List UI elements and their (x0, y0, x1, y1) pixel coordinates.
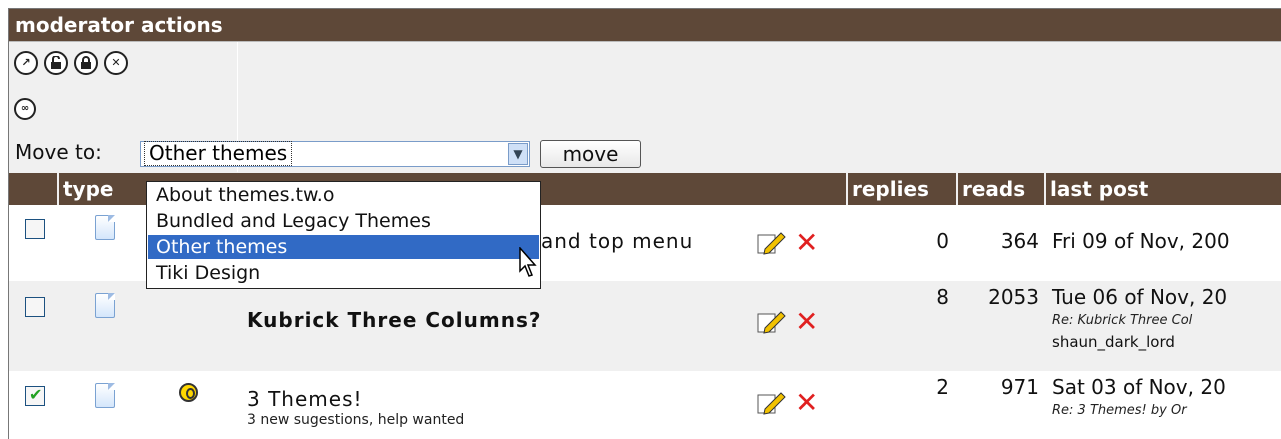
topic-icon (95, 215, 115, 240)
reads-count: 364 (1000, 229, 1039, 253)
move-icon[interactable]: ↗ (14, 51, 38, 75)
edit-icon[interactable] (757, 310, 787, 334)
reads-count: 971 (1000, 375, 1039, 399)
delete-icon[interactable]: ✕ (795, 308, 818, 336)
last-post-user[interactable]: shaun_dark_lord (1052, 333, 1175, 351)
table-row: 3 Themes! 3 new sugestions, help wanted … (9, 371, 1281, 439)
topic-subtitle: 3 new sugestions, help wanted (247, 412, 465, 428)
edit-icon[interactable] (757, 391, 787, 415)
panel-header: moderator actions (9, 9, 1281, 42)
forum-select[interactable]: Other themes ▼ (140, 141, 530, 167)
move-to-row: Move to: Other themes ▼ move (9, 136, 1281, 172)
col-last-post[interactable]: last post (1044, 173, 1281, 205)
row-checkbox-checked[interactable] (25, 385, 45, 406)
row-checkbox[interactable] (25, 297, 45, 317)
delete-icon[interactable]: ✕ (795, 229, 818, 257)
merge-icon[interactable]: ∞ (14, 98, 36, 120)
edit-icon[interactable] (757, 231, 787, 255)
lock-icon[interactable] (74, 51, 98, 75)
dropdown-option[interactable]: About themes.tw.o (148, 183, 539, 207)
col-type[interactable]: type (57, 173, 137, 205)
reads-count: 2053 (988, 285, 1039, 309)
dropdown-option[interactable]: Bundled and Legacy Themes (148, 209, 539, 233)
mouse-cursor-icon (519, 247, 537, 277)
topic-icon (95, 293, 115, 318)
moderator-panel: moderator actions ↗ ✕ ∞ Move to: Other t… (8, 8, 1281, 439)
topic-title[interactable]: and top menu (541, 229, 693, 253)
move-button[interactable]: move (540, 140, 641, 168)
last-post-date: Sat 03 of Nov, 20 (1052, 375, 1226, 399)
replies-count: 0 (936, 229, 949, 253)
replies-count: 8 (936, 285, 949, 309)
last-post-reply[interactable]: Re: Kubrick Three Col (1052, 313, 1192, 328)
topic-title[interactable]: Kubrick Three Columns? (247, 308, 541, 332)
dropdown-option[interactable]: Tiki Design (148, 261, 539, 285)
hot-topic-icon (179, 383, 198, 402)
col-reads[interactable]: reads (956, 173, 1044, 205)
forum-select-dropdown: About themes.tw.o Bundled and Legacy The… (146, 181, 541, 289)
row-checkbox[interactable] (25, 219, 45, 239)
replies-count: 2 (936, 375, 949, 399)
topic-title[interactable]: 3 Themes! (247, 387, 363, 411)
topic-icon (95, 383, 115, 408)
unlock-icon[interactable] (44, 51, 68, 75)
close-icon[interactable]: ✕ (104, 51, 128, 75)
dropdown-option-selected[interactable]: Other themes (148, 235, 539, 259)
delete-icon[interactable]: ✕ (795, 389, 818, 417)
last-post-date: Fri 09 of Nov, 200 (1052, 229, 1230, 253)
chevron-down-icon[interactable]: ▼ (508, 143, 528, 165)
table-row: Kubrick Three Columns? ✕ 8 2053 Tue 06 o… (9, 281, 1281, 371)
last-post-date: Tue 06 of Nov, 20 (1052, 285, 1228, 309)
last-post-reply[interactable]: Re: 3 Themes! by Or (1052, 403, 1187, 418)
col-replies[interactable]: replies (846, 173, 956, 205)
move-to-label: Move to: (15, 140, 102, 164)
forum-select-value: Other themes (144, 141, 293, 166)
